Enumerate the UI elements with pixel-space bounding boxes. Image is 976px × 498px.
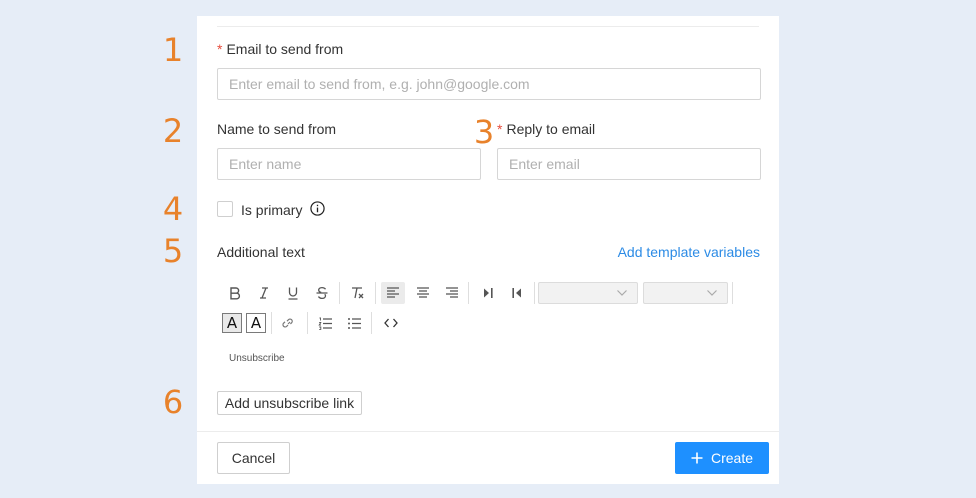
- insert-link-button[interactable]: [277, 312, 301, 334]
- align-left-button[interactable]: [381, 282, 405, 304]
- is-primary-label: Is primary: [241, 202, 303, 218]
- toolbar-divider: [375, 282, 376, 304]
- background-color-button[interactable]: A: [246, 313, 266, 333]
- ordered-list-icon: [317, 317, 332, 330]
- additional-text-label: Additional text: [217, 244, 305, 260]
- toolbar-divider: [732, 282, 733, 304]
- align-right-icon: [446, 287, 458, 298]
- reply-to-label-text: Reply to email: [506, 121, 596, 137]
- align-center-icon: [417, 287, 429, 298]
- toolbar-divider: [468, 282, 469, 304]
- reply-to-input[interactable]: Enter email: [497, 148, 761, 180]
- clear-format-button[interactable]: [345, 282, 369, 304]
- footer-divider: [197, 431, 779, 432]
- font-family-select[interactable]: [538, 282, 638, 304]
- email-from-input[interactable]: Enter email to send from, e.g. john@goog…: [217, 68, 761, 100]
- toolbar-divider: [307, 312, 308, 334]
- indent-icon: [484, 288, 493, 298]
- outdent-icon: [512, 288, 521, 298]
- italic-button[interactable]: [252, 282, 276, 304]
- bullet-list-icon: [347, 317, 361, 329]
- email-from-label: * Email to send from: [217, 41, 343, 57]
- font-color-button[interactable]: A: [222, 313, 242, 333]
- clear-format-icon: [352, 287, 364, 299]
- info-icon[interactable]: [310, 201, 325, 216]
- outdent-button[interactable]: [505, 282, 529, 304]
- align-center-button[interactable]: [411, 282, 435, 304]
- step-number-6: 6: [162, 383, 184, 421]
- step-number-5: 5: [162, 232, 184, 270]
- email-from-label-text: Email to send from: [226, 41, 344, 57]
- ordered-list-button[interactable]: [313, 312, 337, 334]
- step-number-3: 3: [473, 113, 495, 151]
- chevron-down-icon: [617, 290, 627, 296]
- reply-to-label: * Reply to email: [497, 121, 595, 137]
- name-from-input[interactable]: Enter name: [217, 148, 481, 180]
- required-mark: *: [217, 41, 223, 57]
- step-number-1: 1: [162, 31, 184, 69]
- indent-button[interactable]: [476, 282, 500, 304]
- step-number-4: 4: [162, 190, 184, 228]
- editor-content[interactable]: Unsubscribe: [229, 353, 285, 364]
- align-left-icon: [387, 287, 399, 298]
- font-size-select[interactable]: [643, 282, 728, 304]
- create-button[interactable]: Create: [675, 442, 769, 474]
- is-primary-checkbox[interactable]: [217, 201, 233, 217]
- underline-button[interactable]: [281, 282, 305, 304]
- required-mark: *: [497, 121, 503, 137]
- step-number-2: 2: [162, 112, 184, 150]
- align-right-button[interactable]: [440, 282, 464, 304]
- toolbar-divider: [271, 312, 272, 334]
- underline-icon: [288, 287, 298, 300]
- chevron-down-icon: [707, 290, 717, 296]
- bold-button[interactable]: [223, 282, 247, 304]
- code-view-button[interactable]: [379, 312, 403, 334]
- top-divider: [217, 26, 759, 27]
- toolbar-divider: [371, 312, 372, 334]
- sender-form-panel: * Email to send from Enter email to send …: [197, 16, 779, 484]
- add-template-variables-link[interactable]: Add template variables: [618, 244, 760, 260]
- strikethrough-icon: [316, 286, 328, 300]
- toolbar-divider: [534, 282, 535, 304]
- name-from-label: Name to send from: [217, 121, 337, 137]
- strikethrough-button[interactable]: [310, 282, 334, 304]
- bold-icon: [230, 287, 241, 300]
- cancel-button[interactable]: Cancel: [217, 442, 290, 474]
- create-button-label: Create: [710, 450, 754, 466]
- code-icon: [384, 318, 398, 328]
- italic-icon: [260, 287, 268, 299]
- toolbar-divider: [339, 282, 340, 304]
- add-unsubscribe-link-button[interactable]: Add unsubscribe link: [217, 391, 362, 415]
- link-icon: [282, 318, 293, 328]
- plus-icon: [691, 452, 703, 464]
- bullet-list-button[interactable]: [342, 312, 366, 334]
